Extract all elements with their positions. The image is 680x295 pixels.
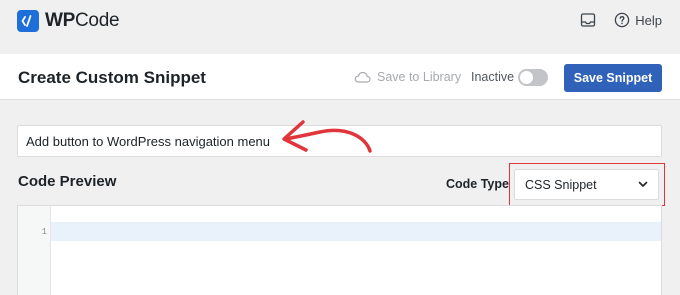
code-type-label: Code Type [446, 177, 509, 191]
save-to-library-label: Save to Library [377, 70, 462, 84]
chevron-down-icon [638, 181, 648, 187]
active-toggle[interactable] [518, 69, 548, 86]
active-line-highlight [51, 222, 661, 241]
wpcode-logo-icon [17, 10, 39, 32]
line-number: 1 [41, 227, 47, 237]
page-title: Create Custom Snippet [18, 68, 206, 87]
inbox-icon[interactable] [580, 12, 596, 28]
code-type-value: CSS Snippet [525, 177, 597, 192]
code-editor[interactable]: 1 [17, 205, 662, 295]
logo-wordmark-suffix: Code [75, 10, 120, 31]
code-type-select[interactable]: CSS Snippet [514, 169, 659, 200]
save-to-library-button[interactable]: Save to Library [354, 70, 461, 84]
question-circle-icon[interactable] [614, 12, 630, 28]
wpcode-logo[interactable]: WPCode [17, 9, 120, 33]
page-header: Create Custom Snippet Save to Library In… [0, 54, 680, 100]
top-right-actions: Help [580, 12, 662, 28]
logo-wordmark: WPCode [45, 10, 120, 32]
cloud-icon [354, 71, 371, 83]
top-bar: WPCode Help [0, 0, 680, 42]
code-preview-heading: Code Preview [18, 173, 117, 190]
annotation-arrow [282, 120, 372, 153]
logo-wordmark-prefix: WP [45, 10, 76, 31]
toggle-knob [520, 71, 533, 84]
status-label: Inactive [471, 70, 515, 84]
save-snippet-button[interactable]: Save Snippet [564, 64, 662, 92]
editor-gutter: 1 [18, 206, 51, 295]
help-link[interactable]: Help [635, 13, 662, 28]
